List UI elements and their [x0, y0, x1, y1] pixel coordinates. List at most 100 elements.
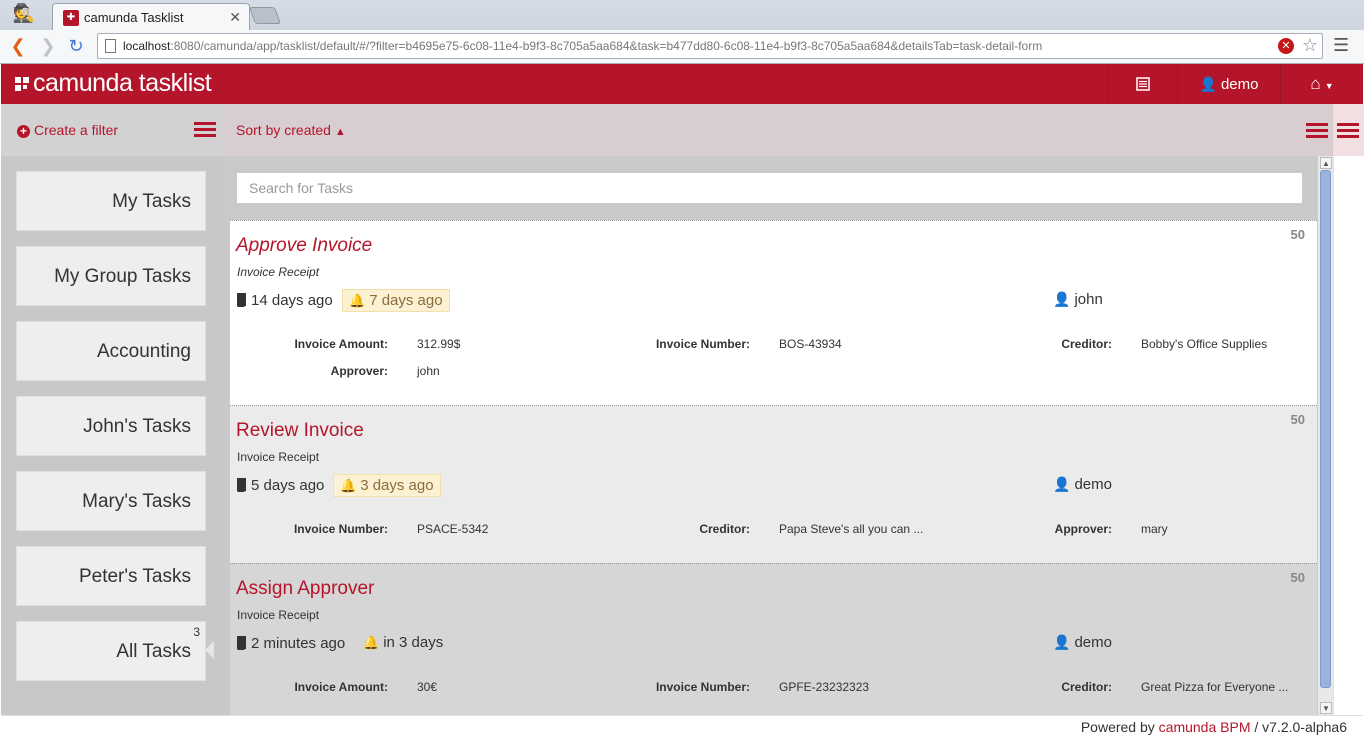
- filter-count-badge: 3: [193, 625, 200, 639]
- detail-toolbar: [1334, 104, 1364, 156]
- filter-johns-tasks[interactable]: John's Tasks: [16, 396, 206, 456]
- task-name[interactable]: Assign Approver: [236, 578, 374, 600]
- task-list-scrollbar[interactable]: ▲ ▼: [1317, 156, 1333, 715]
- process-name: Invoice Receipt: [237, 450, 320, 464]
- scroll-down-icon[interactable]: ▼: [1320, 702, 1332, 714]
- filter-label: John's Tasks: [83, 416, 191, 437]
- user-icon: 👤: [1053, 634, 1071, 650]
- reload-icon[interactable]: ↻: [65, 35, 87, 57]
- var-value: Bobby's Office Supplies: [1141, 337, 1268, 351]
- filter-label: My Tasks: [112, 191, 191, 212]
- var-key: Invoice Number:: [293, 522, 388, 536]
- task-item[interactable]: Assign Approver Invoice Receipt 50 2 min…: [230, 563, 1317, 715]
- browser-tab[interactable]: ✚ camunda Tasklist ✕: [52, 3, 250, 30]
- filter-label: Accounting: [96, 341, 191, 362]
- var-value: Great Pizza for Everyone ...: [1141, 680, 1289, 694]
- detail-menu-icon[interactable]: [1337, 123, 1359, 139]
- filter-all-tasks[interactable]: 3 All Tasks: [16, 621, 206, 681]
- task-name[interactable]: Review Invoice: [236, 420, 364, 442]
- task-item[interactable]: Review Invoice Invoice Receipt 50 5 days…: [230, 405, 1317, 563]
- blocked-icon[interactable]: ✕: [1278, 38, 1294, 54]
- sort-toolbar: Sort by created ▲: [221, 104, 1333, 156]
- task-list: Approve Invoice Invoice Receipt 50 14 da…: [221, 156, 1333, 715]
- bookmark-star-icon[interactable]: ☆: [1302, 35, 1318, 56]
- footer-prefix: Powered by: [1080, 719, 1155, 735]
- address-bar[interactable]: localhost:8080/camunda/app/tasklist/defa…: [97, 33, 1323, 59]
- filter-label: All Tasks: [116, 641, 191, 662]
- task-assignee[interactable]: 👤 demo: [1053, 634, 1112, 651]
- home-menu[interactable]: ⌂ ▼: [1280, 64, 1363, 104]
- task-assignee[interactable]: 👤 john: [1053, 291, 1103, 308]
- task-name[interactable]: Approve Invoice: [236, 235, 372, 257]
- brand-text: camunda tasklist: [33, 69, 212, 97]
- var-key: Invoice Amount:: [294, 680, 388, 694]
- user-icon: 👤: [1053, 291, 1071, 307]
- filter-label: Peter's Tasks: [78, 566, 191, 587]
- bookmark-icon: [237, 636, 246, 650]
- var-value: 312.99$: [417, 337, 461, 351]
- tab-strip: 🕵 ✚ camunda Tasklist ✕: [0, 0, 1364, 30]
- var-value: GPFE-23232323: [779, 680, 870, 694]
- created-date: 5 days ago: [237, 477, 324, 494]
- filter-my-group-tasks[interactable]: My Group Tasks: [16, 246, 206, 306]
- task-priority: 50: [1290, 412, 1305, 427]
- filter-label: Mary's Tasks: [82, 491, 191, 512]
- var-key: Creditor:: [1061, 337, 1112, 351]
- user-icon: 👤: [1053, 476, 1071, 492]
- camunda-logo-icon: [15, 77, 29, 91]
- browser-toolbar: ❮ ❯ ↻ localhost:8080/camunda/app/tasklis…: [0, 30, 1364, 64]
- task-search-input[interactable]: Search for Tasks: [236, 172, 1303, 204]
- brand[interactable]: camunda tasklist: [15, 69, 212, 98]
- var-key: Invoice Number:: [655, 337, 750, 351]
- user-name: demo: [1220, 76, 1259, 93]
- created-date: 14 days ago: [237, 292, 333, 309]
- user-icon: 👤: [1199, 76, 1217, 92]
- filters-menu-icon[interactable]: [194, 122, 216, 138]
- task-list-panel: Sort by created ▲ Approve Invoice Invoic…: [221, 104, 1333, 715]
- create-filter-button[interactable]: + Create a filter: [17, 122, 118, 138]
- camunda-bpm-link[interactable]: camunda BPM: [1159, 719, 1251, 735]
- filters-toolbar: + Create a filter: [1, 104, 221, 156]
- bookmark-icon: [237, 293, 246, 307]
- due-date-badge: 🔔 3 days ago: [333, 474, 441, 497]
- task-detail-panel: [1333, 104, 1364, 715]
- sort-button[interactable]: Sort by created ▲: [236, 122, 346, 138]
- scroll-up-icon[interactable]: ▲: [1320, 157, 1332, 169]
- chevron-up-icon: ▲: [334, 126, 346, 138]
- chevron-down-icon: ▼: [1324, 81, 1334, 91]
- list-menu-icon[interactable]: [1306, 123, 1328, 139]
- new-tab-button[interactable]: [248, 7, 282, 24]
- plus-icon: +: [17, 125, 30, 138]
- filter-peters-tasks[interactable]: Peter's Tasks: [16, 546, 206, 606]
- tab-title: camunda Tasklist: [84, 10, 184, 25]
- active-filter-caret: [205, 641, 214, 659]
- url-text[interactable]: localhost:8080/camunda/app/tasklist/defa…: [123, 39, 1042, 53]
- var-key: Creditor:: [699, 522, 750, 536]
- tasklist-icon-button[interactable]: [1107, 64, 1177, 104]
- incognito-icon: 🕵: [12, 3, 36, 23]
- app-header: camunda tasklist 👤 demo ⌂ ▼: [1, 64, 1363, 104]
- back-icon[interactable]: ❮: [7, 35, 29, 57]
- browser-menu-icon[interactable]: ☰: [1333, 35, 1349, 56]
- process-name: Invoice Receipt: [237, 265, 320, 279]
- page-icon: [105, 39, 116, 53]
- sort-label: Sort by created: [236, 122, 331, 138]
- var-value: Papa Steve's all you can ...: [779, 522, 924, 536]
- create-filter-label: Create a filter: [34, 122, 119, 138]
- task-item[interactable]: Approve Invoice Invoice Receipt 50 14 da…: [230, 220, 1317, 406]
- user-menu[interactable]: 👤 demo: [1177, 64, 1280, 104]
- footer-version: / v7.2.0-alpha6: [1254, 719, 1347, 735]
- filters-panel: + Create a filter My Tasks My Group Tasks…: [1, 104, 221, 715]
- task-priority: 50: [1290, 570, 1305, 585]
- scroll-thumb[interactable]: [1320, 170, 1331, 688]
- filter-marys-tasks[interactable]: Mary's Tasks: [16, 471, 206, 531]
- filter-accounting[interactable]: Accounting: [16, 321, 206, 381]
- var-value: 30€: [417, 680, 438, 694]
- bell-icon: 🔔: [340, 478, 357, 493]
- task-assignee[interactable]: 👤 demo: [1053, 476, 1112, 493]
- process-name: Invoice Receipt: [237, 608, 320, 622]
- forward-icon[interactable]: ❯: [37, 35, 59, 57]
- filter-my-tasks[interactable]: My Tasks: [16, 171, 206, 231]
- var-value: PSACE-5342: [417, 522, 489, 536]
- close-tab-icon[interactable]: ✕: [229, 9, 241, 26]
